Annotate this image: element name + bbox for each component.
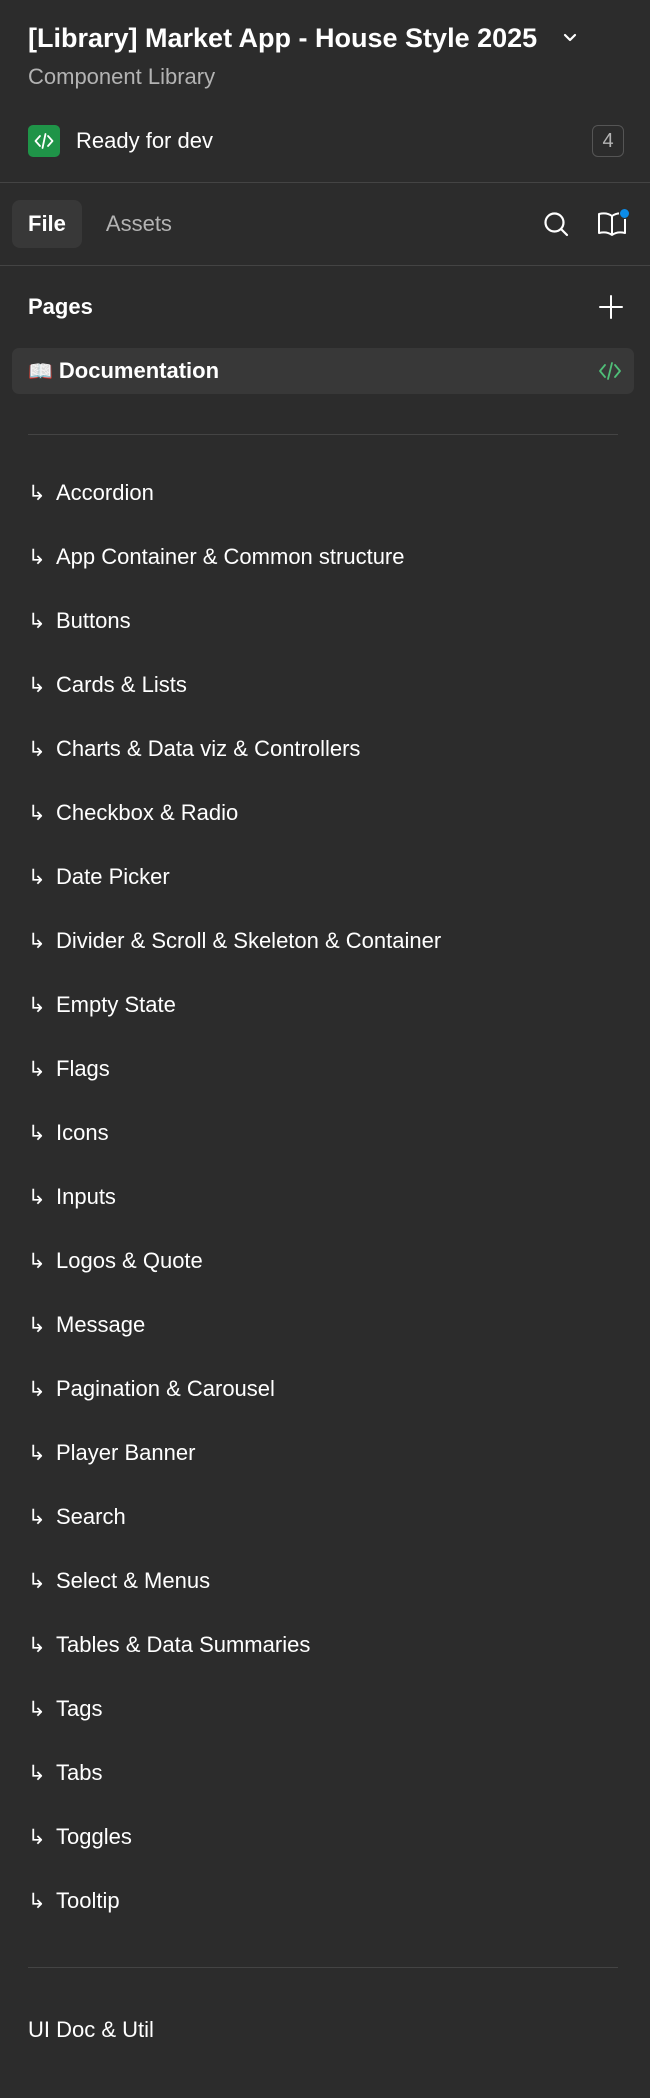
dev-status-count: 4 <box>592 125 624 157</box>
dev-status-row[interactable]: Ready for dev 4 <box>28 124 624 158</box>
subpage-arrow-icon: ↳ <box>28 1889 46 1913</box>
subpage-arrow-icon: ↳ <box>28 1825 46 1849</box>
dev-status-label: Ready for dev <box>76 128 213 153</box>
list-item[interactable]: ↳ Tags <box>0 1677 650 1741</box>
subpage-arrow-icon: ↳ <box>28 1569 46 1593</box>
list-item[interactable]: ↳ Cards & Lists <box>0 653 650 717</box>
file-header: [Library] Market App - House Style 2025 … <box>0 0 650 183</box>
page-divider <box>28 1967 618 1968</box>
page-item-label: Tabs <box>56 1760 103 1785</box>
list-item[interactable]: ↳ Toggles <box>0 1805 650 1869</box>
subpage-arrow-icon: ↳ <box>28 1121 46 1145</box>
page-item-label: Accordion <box>56 480 154 505</box>
page-item-label: Inputs <box>56 1184 116 1209</box>
page-item-label: Icons <box>56 1120 109 1145</box>
list-item[interactable]: ↳ Empty State <box>0 973 650 1037</box>
list-item[interactable]: ↳ Player Banner <box>0 1421 650 1485</box>
page-item-label: Tooltip <box>56 1888 120 1913</box>
file-title-row[interactable]: [Library] Market App - House Style 2025 <box>28 18 630 58</box>
subpage-arrow-icon: ↳ <box>28 1761 46 1785</box>
page-item-label: Search <box>56 1504 126 1529</box>
subpage-arrow-icon: ↳ <box>28 737 46 761</box>
subpage-arrow-icon: ↳ <box>28 929 46 953</box>
page-item-label: Documentation <box>58 358 220 383</box>
page-item-label: App Container & Common structure <box>56 544 405 569</box>
page-item-label: Checkbox & Radio <box>56 800 239 825</box>
open-book-emoji-icon: 📖 <box>28 360 53 383</box>
notification-dot <box>619 208 630 219</box>
subpage-arrow-icon: ↳ <box>28 801 46 825</box>
ready-for-dev-code-icon <box>596 357 624 385</box>
list-item[interactable]: ↳ Checkbox & Radio <box>0 781 650 845</box>
list-item[interactable]: ↳ Icons <box>0 1101 650 1165</box>
file-title[interactable]: [Library] Market App - House Style 2025 <box>28 23 537 54</box>
subpage-arrow-icon: ↳ <box>28 609 46 633</box>
list-item[interactable]: ↳ Charts & Data viz & Controllers <box>0 717 650 781</box>
code-icon <box>28 125 60 157</box>
pages-header: Pages <box>0 266 650 348</box>
page-item-label: Charts & Data viz & Controllers <box>56 736 361 761</box>
page-item-label: Tables & Data Summaries <box>56 1632 311 1657</box>
page-item-label: Flags <box>56 1056 110 1081</box>
subpage-arrow-icon: ↳ <box>28 1249 46 1273</box>
page-item-label: Empty State <box>56 992 176 1017</box>
subpage-arrow-icon: ↳ <box>28 1633 46 1657</box>
list-item[interactable]: ↳ Search <box>0 1485 650 1549</box>
page-item-label: Message <box>56 1312 146 1337</box>
page-item-documentation[interactable]: 📖 Documentation <box>12 348 634 394</box>
subpage-arrow-icon: ↳ <box>28 1697 46 1721</box>
panel-tabs: File Assets <box>0 183 650 266</box>
page-item-ui-doc-util[interactable]: UI Doc & Util <box>0 1998 650 2062</box>
list-item[interactable]: ↳ Tables & Data Summaries <box>0 1613 650 1677</box>
list-item[interactable]: ↳ Select & Menus <box>0 1549 650 1613</box>
subpage-arrow-icon: ↳ <box>28 993 46 1017</box>
library-book-icon[interactable] <box>596 208 630 240</box>
page-item-label: Divider & Scroll & Skeleton & Container <box>56 928 442 953</box>
page-item-label: Pagination & Carousel <box>56 1376 275 1401</box>
page-item-label: Buttons <box>56 608 131 633</box>
list-item[interactable]: ↳ Pagination & Carousel <box>0 1357 650 1421</box>
search-icon[interactable] <box>540 208 572 240</box>
subpage-arrow-icon: ↳ <box>28 1377 46 1401</box>
list-item[interactable]: ↳ Flags <box>0 1037 650 1101</box>
page-item-label: Toggles <box>56 1824 132 1849</box>
list-item[interactable]: ↳ Message <box>0 1293 650 1357</box>
page-item-label: Player Banner <box>56 1440 196 1465</box>
subpage-arrow-icon: ↳ <box>28 865 46 889</box>
pages-title: Pages <box>28 294 93 319</box>
page-item-label: Tags <box>56 1696 103 1721</box>
page-item-label: Select & Menus <box>56 1568 211 1593</box>
subpage-arrow-icon: ↳ <box>28 1185 46 1209</box>
list-item[interactable]: ↳ Inputs <box>0 1165 650 1229</box>
list-item[interactable]: ↳ Buttons <box>0 589 650 653</box>
subpage-arrow-icon: ↳ <box>28 1441 46 1465</box>
tab-file[interactable]: File <box>12 200 82 248</box>
add-page-plus-icon[interactable] <box>596 292 626 322</box>
page-item-label: Date Picker <box>56 864 170 889</box>
page-item-label: Logos & Quote <box>56 1248 203 1273</box>
subpage-arrow-icon: ↳ <box>28 673 46 697</box>
page-divider <box>28 434 618 435</box>
list-item[interactable]: ↳ Tooltip <box>0 1869 650 1933</box>
list-item[interactable]: ↳ Tabs <box>0 1741 650 1805</box>
list-item[interactable]: ↳ Date Picker <box>0 845 650 909</box>
chevron-down-icon[interactable] <box>559 27 581 49</box>
subpage-arrow-icon: ↳ <box>28 1313 46 1337</box>
page-list: ↳ Accordion ↳ App Container & Common struct… <box>0 461 650 1933</box>
subpage-arrow-icon: ↳ <box>28 1057 46 1081</box>
subpage-arrow-icon: ↳ <box>28 545 46 569</box>
list-item[interactable]: ↳ Divider & Scroll & Skeleton & Container <box>0 909 650 973</box>
subpage-arrow-icon: ↳ <box>28 1505 46 1529</box>
tab-actions <box>540 208 630 240</box>
file-subtitle: Component Library <box>28 64 216 89</box>
subpage-arrow-icon: ↳ <box>28 481 46 505</box>
list-item[interactable]: ↳ App Container & Common structure <box>0 525 650 589</box>
page-item-label: Cards & Lists <box>56 672 187 697</box>
list-item[interactable]: ↳ Accordion <box>0 461 650 525</box>
list-item[interactable]: ↳ Logos & Quote <box>0 1229 650 1293</box>
tab-assets[interactable]: Assets <box>90 200 188 248</box>
